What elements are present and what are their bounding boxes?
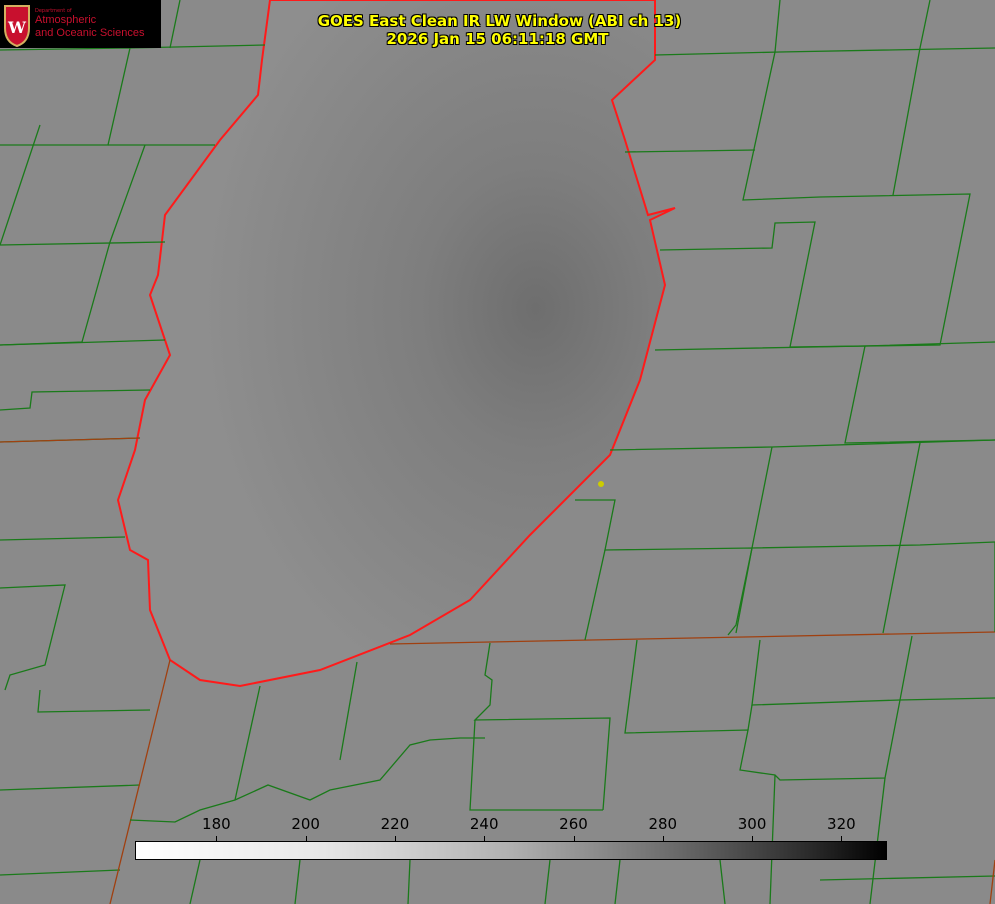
colorbar-tick [841, 836, 843, 842]
colorbar-tick [394, 836, 396, 842]
colorbar-tick-label: 220 [380, 815, 410, 833]
colorbar-tick-label: 200 [291, 815, 320, 833]
colorbar-tick-label: 300 [737, 815, 767, 833]
colorbar-tick [662, 836, 664, 842]
image-timestamp: 2026 Jan 15 06:11:18 GMT [386, 30, 609, 48]
temperature-colorbar: 180 200 220 240 260 280 300 320 [135, 815, 887, 860]
colorbar-tick [216, 836, 218, 842]
colorbar-tick [484, 836, 486, 842]
colorbar-tick-label: 180 [202, 815, 231, 833]
colorbar-tick-label: 280 [648, 815, 678, 833]
ir-imagery-map [0, 0, 995, 904]
image-title: GOES East Clean IR LW Window (ABI ch 13) [317, 12, 682, 30]
satellite-image-view: W Department of Atmospheric and Oceanic … [0, 0, 995, 904]
colorbar-tick-label: 260 [559, 815, 588, 833]
colorbar-tick [752, 836, 754, 842]
colorbar-tick [573, 836, 575, 842]
colorbar-tick-label: 320 [827, 815, 856, 833]
colorbar-tick [305, 836, 307, 842]
colorbar-tick-label: 240 [469, 815, 499, 833]
location-marker [598, 481, 604, 487]
